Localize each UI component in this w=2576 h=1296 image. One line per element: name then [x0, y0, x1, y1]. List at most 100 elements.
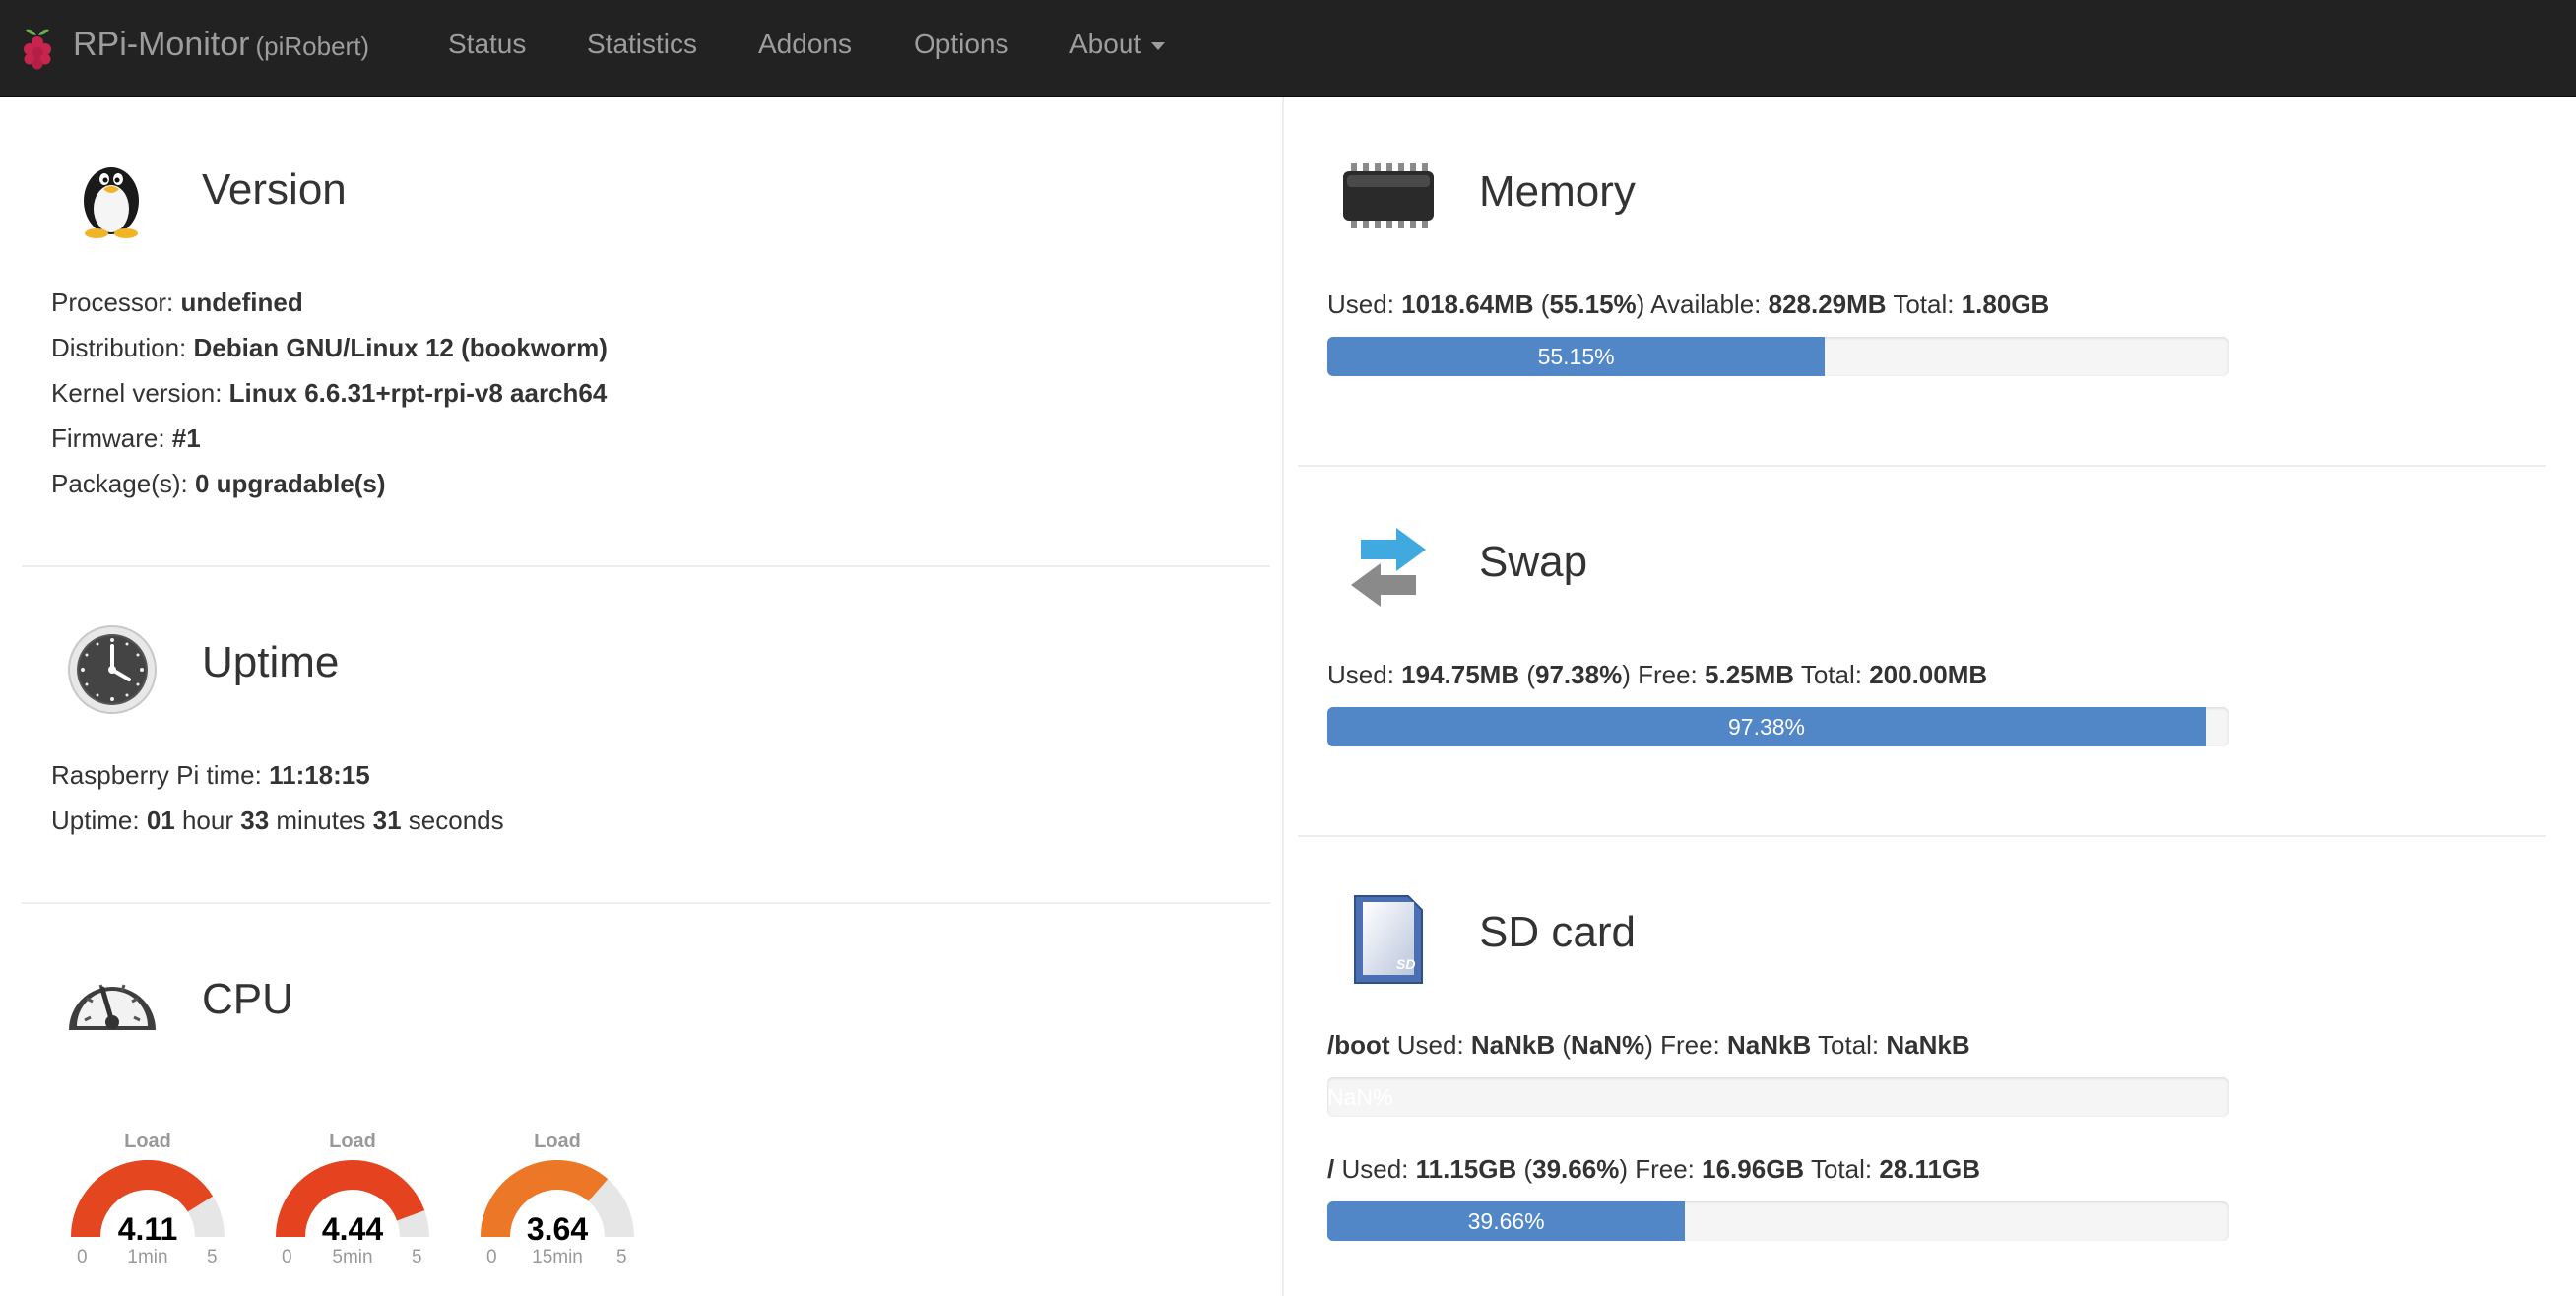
swap-progress-bar: 97.38%: [1327, 707, 2229, 746]
navbar: RPi-Monitor (piRobert) Status Statistics …: [0, 0, 2576, 97]
brand-host: (piRobert): [255, 32, 370, 61]
uptime-title: Uptime: [202, 638, 340, 686]
kernel-row: Kernel version: Linux 6.6.31+rpt-rpi-v8 …: [51, 378, 607, 409]
boot-total-label: Total:: [1811, 1030, 1887, 1060]
distribution-label: Distribution:: [51, 333, 194, 362]
gauge-title: Load: [534, 1131, 581, 1152]
nav-statistics[interactable]: Statistics: [587, 29, 697, 60]
boot-used: NaNkB: [1470, 1030, 1556, 1060]
memory-progress-bar: 55.15%: [1327, 337, 2229, 376]
swap-stats: Used: 194.75MB (97.38%) Free: 5.25MB Tot…: [1327, 660, 1988, 689]
swap-total: 200.00MB: [1869, 660, 1988, 689]
boot-mount: /boot: [1327, 1030, 1390, 1060]
section-divider: [1298, 835, 2546, 837]
boot-free: NaNkB: [1727, 1030, 1812, 1060]
memory-title: Memory: [1479, 167, 1636, 216]
memory-total: 1.80GB: [1961, 290, 2050, 319]
root-progress-fill: 39.66%: [1327, 1201, 1686, 1241]
gauge-title: Load: [329, 1131, 376, 1152]
memory-stats: Used: 1018.64MB (55.15%) Available: 828.…: [1327, 290, 2050, 319]
cpu-load-gauge-1min: Load 4.11 0 1min 5: [59, 1131, 236, 1278]
gauge-title: Load: [124, 1131, 171, 1152]
memory-progress-fill: 55.15%: [1327, 337, 1826, 376]
gauge-max: 5: [412, 1247, 422, 1267]
swap-free-label: Free:: [1630, 660, 1706, 689]
gauge-max: 5: [616, 1247, 627, 1267]
memory-available: 828.29MB: [1768, 290, 1887, 319]
processor-value: undefined: [180, 288, 303, 317]
root-progress-bar: 39.66%: [1327, 1201, 2229, 1241]
cpu-title: CPU: [202, 975, 293, 1023]
svg-text:SD: SD: [1396, 956, 1415, 972]
processor-row: Processor: undefined: [51, 288, 303, 318]
raspberry-pi-logo-icon[interactable]: [18, 26, 57, 71]
uptime-seconds: 31: [372, 806, 402, 835]
nav-options[interactable]: Options: [914, 29, 1009, 60]
memory-available-label: Available:: [1644, 290, 1769, 319]
root-total: 28.11GB: [1879, 1154, 1980, 1184]
firmware-value: #1: [171, 423, 201, 453]
swap-progress-fill: 97.38%: [1327, 707, 2206, 746]
swap-used-pct: 97.38%: [1535, 660, 1623, 689]
root-total-label: Total:: [1804, 1154, 1880, 1184]
packages-value: 0 upgradable(s): [194, 469, 386, 498]
memory-chip-icon: [1343, 163, 1434, 228]
root-used-pct: 39.66%: [1532, 1154, 1620, 1184]
gauge-value: 3.64: [526, 1211, 589, 1247]
swap-free: 5.25MB: [1705, 660, 1795, 689]
section-divider: [1298, 465, 2546, 467]
root-used-label: Used:: [1334, 1154, 1416, 1184]
section-divider: [22, 902, 1270, 904]
gauge-value: 4.44: [321, 1211, 384, 1247]
sdcard-title: SD card: [1479, 908, 1636, 956]
gauge-value: 4.11: [117, 1211, 178, 1247]
uptime-minutes: 33: [240, 806, 270, 835]
root-partition-stats: / Used: 11.15GB (39.66%) Free: 16.96GB T…: [1327, 1154, 1980, 1184]
kernel-value: Linux 6.6.31+rpt-rpi-v8 aarch64: [228, 378, 608, 408]
swap-total-label: Total:: [1794, 660, 1870, 689]
kernel-label: Kernel version:: [51, 378, 229, 408]
gauge-max: 5: [207, 1247, 218, 1267]
nav-addons[interactable]: Addons: [758, 29, 852, 60]
clock-icon: [68, 625, 157, 714]
root-free-label: Free:: [1628, 1154, 1703, 1184]
pi-time-label: Raspberry Pi time:: [51, 760, 270, 790]
processor-label: Processor:: [51, 288, 181, 317]
boot-partition-stats: /boot Used: NaNkB (NaN%) Free: NaNkB Tot…: [1327, 1030, 1970, 1060]
nav-about-label: About: [1069, 29, 1142, 59]
nav-status[interactable]: Status: [448, 29, 526, 60]
swap-used: 194.75MB: [1401, 660, 1520, 689]
memory-total-label: Total:: [1886, 290, 1962, 319]
swap-used-label: Used:: [1327, 660, 1402, 689]
firmware-label: Firmware:: [51, 423, 172, 453]
pi-time-value: 11:18:15: [269, 760, 370, 790]
speedometer-icon: [69, 984, 156, 1030]
uptime-minutes-unit: minutes: [269, 806, 373, 835]
brand-title[interactable]: RPi-Monitor (piRobert): [73, 26, 369, 64]
memory-used-label: Used:: [1327, 290, 1402, 319]
version-title: Version: [202, 165, 347, 214]
swap-arrows-icon: [1351, 528, 1426, 607]
firmware-row: Firmware: #1: [51, 423, 201, 454]
boot-progress-bar: NaN%: [1327, 1077, 2229, 1117]
boot-total: NaNkB: [1886, 1030, 1970, 1060]
uptime-row: Uptime: 01 hour 33 minutes 31 seconds: [51, 806, 504, 836]
cpu-load-gauge-5min: Load 4.44 0 5min 5: [264, 1131, 441, 1278]
boot-used-label: Used:: [1389, 1030, 1471, 1060]
boot-progress-label: NaN%: [1327, 1084, 1393, 1110]
memory-used: 1018.64MB: [1401, 290, 1534, 319]
nav-about[interactable]: About: [1069, 29, 1166, 60]
packages-label: Package(s):: [51, 469, 195, 498]
swap-title: Swap: [1479, 538, 1588, 586]
uptime-seconds-unit: seconds: [401, 806, 504, 835]
packages-row: Package(s): 0 upgradable(s): [51, 469, 386, 499]
sd-card-icon: SD: [1354, 895, 1423, 984]
root-free: 16.96GB: [1702, 1154, 1805, 1184]
distribution-row: Distribution: Debian GNU/Linux 12 (bookw…: [51, 333, 608, 363]
boot-used-pct: NaN%: [1571, 1030, 1645, 1060]
section-divider: [22, 565, 1270, 567]
boot-free-label: Free:: [1652, 1030, 1727, 1060]
pi-time-row: Raspberry Pi time: 11:18:15: [51, 760, 370, 791]
uptime-hours: 01: [146, 806, 175, 835]
caret-down-icon: [1151, 41, 1166, 50]
